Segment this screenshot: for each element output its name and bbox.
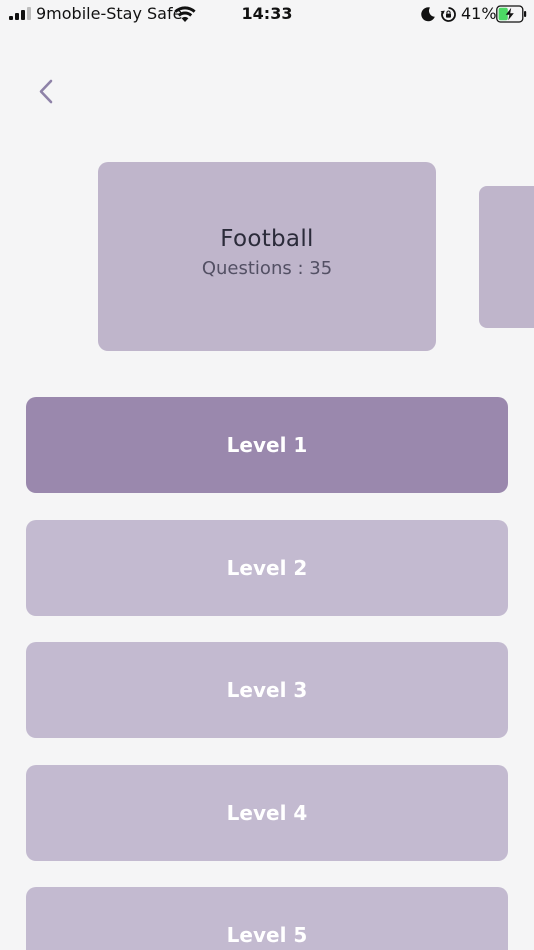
level-label: Level 1 xyxy=(226,433,308,457)
category-card[interactable]: Football Questions : 35 xyxy=(98,162,436,351)
back-button[interactable] xyxy=(28,74,64,110)
chevron-left-icon xyxy=(39,79,53,104)
rotation-lock-icon xyxy=(440,7,456,22)
level-label: Level 2 xyxy=(226,556,308,580)
next-category-card[interactable] xyxy=(479,186,534,328)
level-label: Level 3 xyxy=(226,678,308,702)
battery-charging-icon xyxy=(496,5,527,23)
category-question-count: Questions : 35 xyxy=(201,258,333,279)
level-label: Level 5 xyxy=(226,923,308,947)
level-button-5[interactable]: Level 5 xyxy=(26,887,508,950)
quiz-level-screen: 9mobile-Stay Safe 14:33 41% Football Que… xyxy=(0,0,534,950)
category-title: Football xyxy=(220,226,314,252)
moon-icon xyxy=(421,7,435,22)
battery-percentage: 41% xyxy=(461,4,497,23)
status-bar: 9mobile-Stay Safe 14:33 41% xyxy=(0,0,534,30)
level-button-2[interactable]: Level 2 xyxy=(26,520,508,616)
level-button-1[interactable]: Level 1 xyxy=(26,397,508,493)
level-button-4[interactable]: Level 4 xyxy=(26,765,508,861)
level-button-3[interactable]: Level 3 xyxy=(26,642,508,738)
level-label: Level 4 xyxy=(226,801,308,825)
